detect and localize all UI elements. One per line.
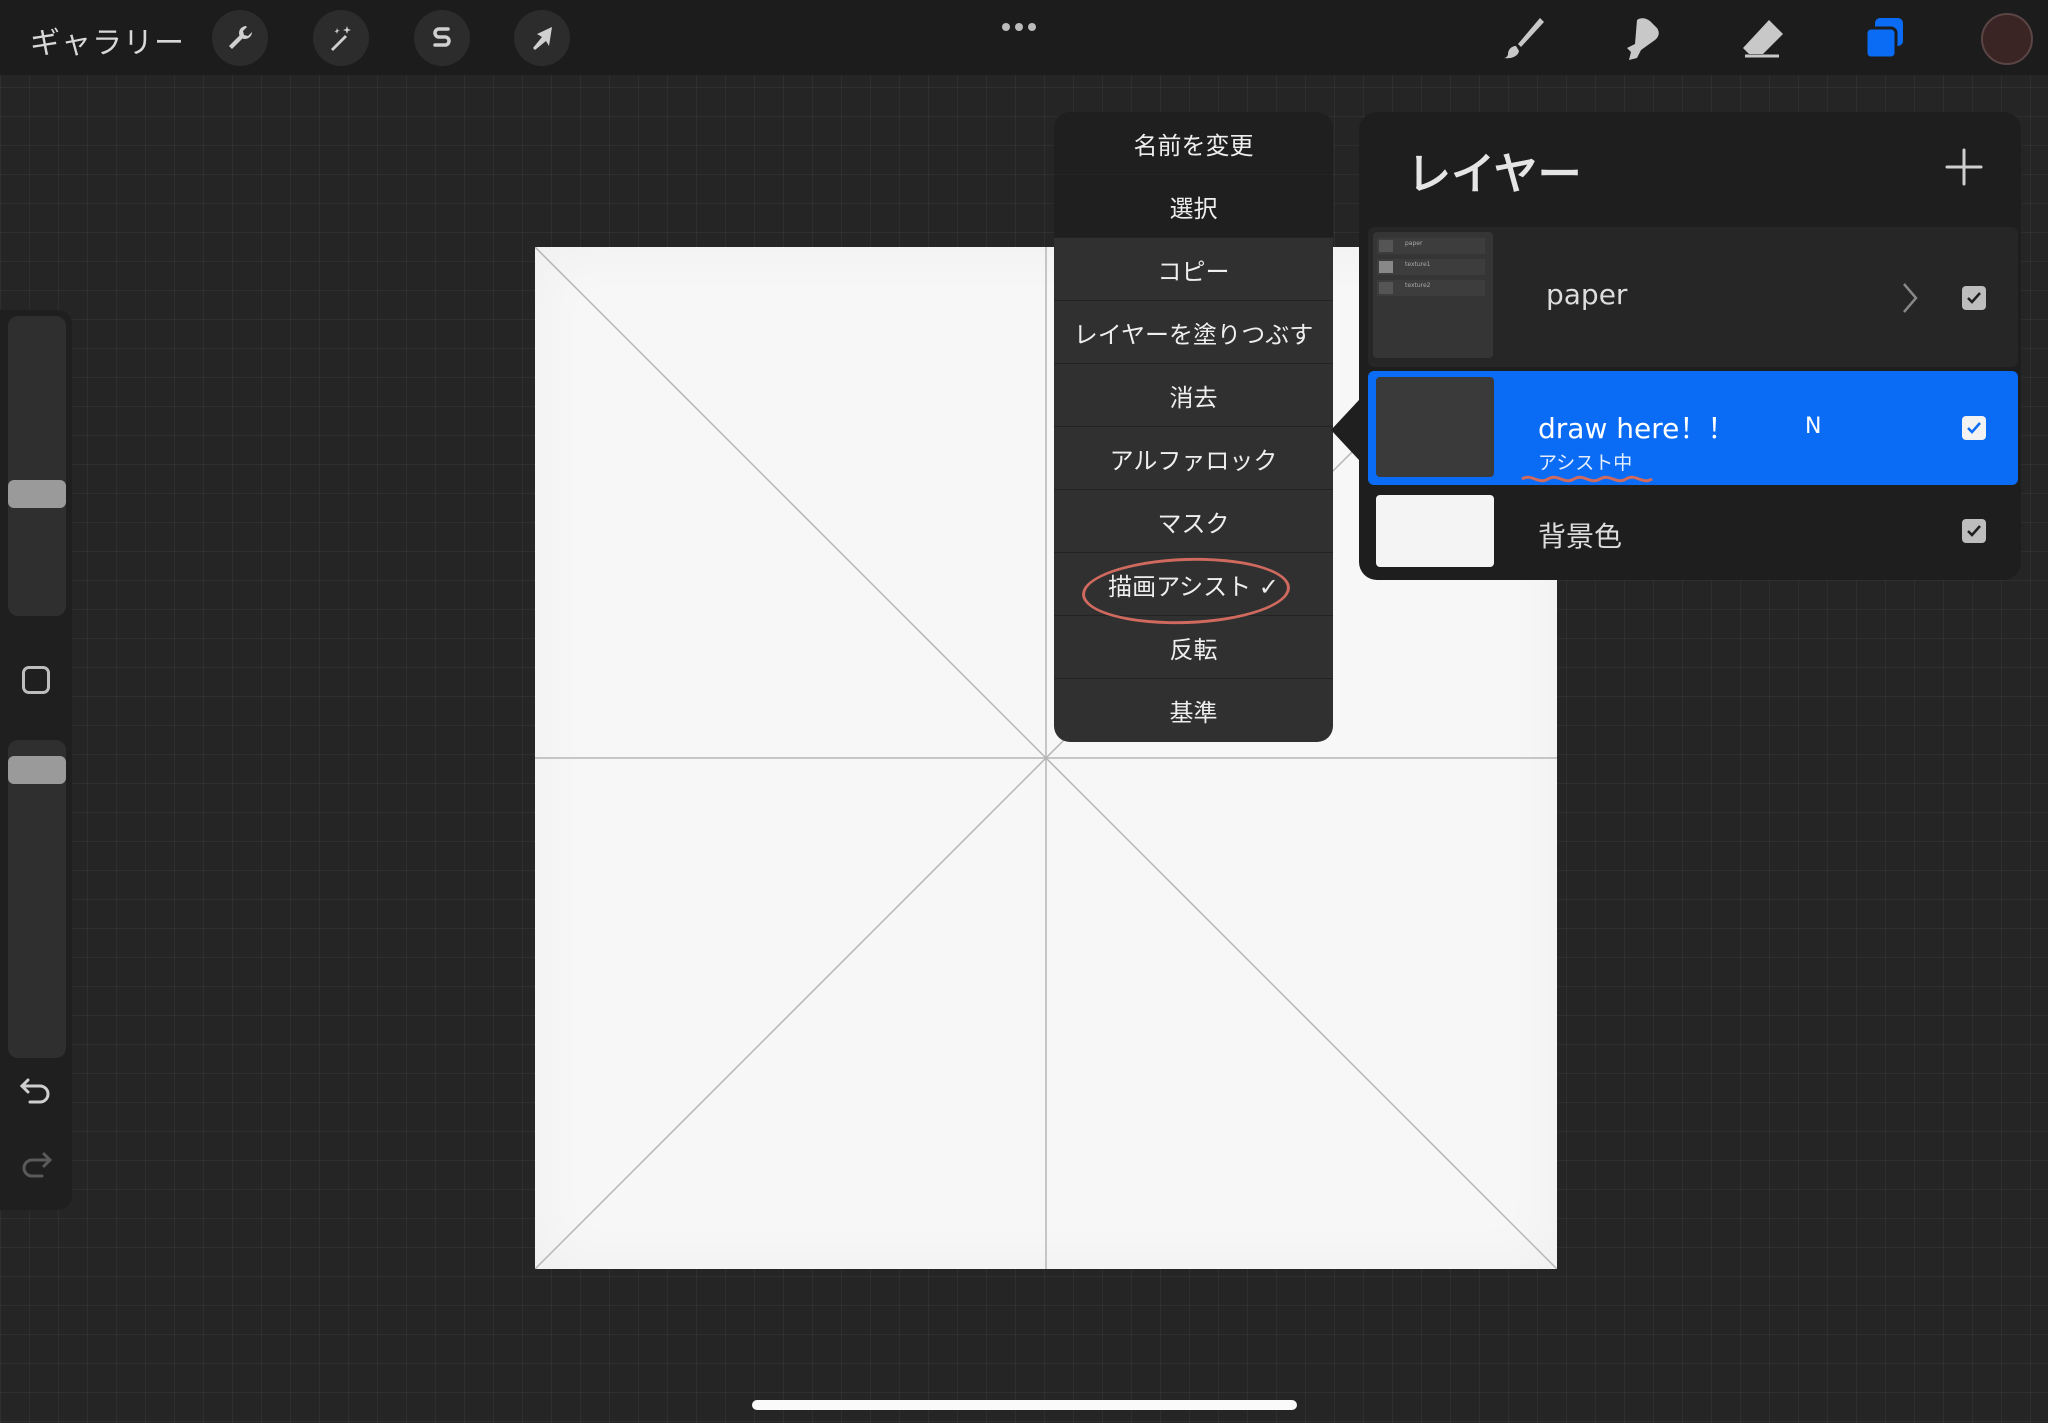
transform-arrow-icon[interactable]	[514, 10, 570, 66]
undo-icon[interactable]	[18, 1072, 54, 1108]
checkmark-icon	[1967, 292, 1981, 304]
layer-options-menu: 名前を変更 選択 コピー レイヤーを塗りつぶす 消去 アルファロック マスク 描…	[1054, 112, 1333, 742]
layer-row-group[interactable]: paper texture1 texture2 paper	[1368, 227, 2018, 367]
menu-item-rename[interactable]: 名前を変更	[1054, 112, 1333, 175]
menu-item-copy[interactable]: コピー	[1054, 238, 1333, 301]
layers-panel: レイヤー paper texture1 texture2 paper draw …	[1359, 112, 2021, 580]
home-indicator[interactable]	[752, 1400, 1297, 1410]
brush-icon[interactable]	[1494, 12, 1550, 64]
layer-name: 背景色	[1538, 520, 1623, 553]
brush-size-thumb[interactable]	[8, 480, 66, 508]
eyedropper-modifier-button[interactable]	[22, 666, 50, 694]
background-color-thumbnail	[1376, 495, 1494, 567]
color-picker-button[interactable]	[1981, 13, 2033, 65]
layers-panel-title: レイヤー	[1407, 149, 1582, 200]
annotation-underline	[1521, 475, 1653, 483]
chevron-right-icon[interactable]	[1900, 281, 1920, 315]
layer-visibility-checkbox[interactable]	[1962, 286, 1986, 310]
layer-name: draw here！！	[1538, 412, 1736, 445]
brush-size-slider[interactable]	[8, 316, 66, 616]
selection-s-icon[interactable]	[414, 10, 470, 66]
magic-wand-icon[interactable]	[313, 10, 369, 66]
layer-row-background[interactable]: 背景色	[1368, 489, 2018, 575]
layer-thumbnail	[1376, 377, 1494, 477]
wrench-icon[interactable]	[212, 10, 268, 66]
menu-item-fill-layer[interactable]: レイヤーを塗りつぶす	[1054, 301, 1333, 364]
group-mini-layer: texture1	[1377, 259, 1485, 275]
blend-mode-button[interactable]: N	[1805, 414, 1821, 439]
menu-item-select[interactable]: 選択	[1054, 175, 1333, 238]
group-mini-layer: texture2	[1377, 280, 1485, 296]
gallery-button[interactable]: ギャラリー	[30, 18, 185, 62]
menu-pointer	[1331, 400, 1359, 460]
menu-item-mask[interactable]: マスク	[1054, 490, 1333, 553]
opacity-slider[interactable]	[8, 740, 66, 1058]
group-mini-layer: paper	[1377, 238, 1485, 254]
menu-item-reference[interactable]: 基準	[1054, 679, 1333, 742]
layer-visibility-checkbox[interactable]	[1962, 416, 1986, 440]
opacity-thumb[interactable]	[8, 756, 66, 784]
eraser-icon[interactable]	[1735, 12, 1791, 64]
layer-row-selected[interactable]: draw here！！ アシスト中 N	[1368, 371, 2018, 485]
menu-item-alpha-lock[interactable]: アルファロック	[1054, 427, 1333, 490]
smudge-icon[interactable]	[1613, 12, 1669, 64]
checkmark-icon	[1967, 422, 1981, 434]
layer-name: paper	[1546, 278, 1628, 311]
left-sidebar	[0, 310, 72, 1210]
more-options-icon[interactable]	[1002, 16, 1041, 35]
layer-visibility-checkbox[interactable]	[1962, 519, 1986, 543]
menu-item-clear[interactable]: 消去	[1054, 364, 1333, 427]
checkmark-icon	[1967, 525, 1981, 537]
redo-icon[interactable]	[18, 1146, 54, 1182]
add-layer-icon[interactable]	[1939, 142, 1989, 192]
layers-icon[interactable]	[1857, 12, 1913, 64]
menu-item-invert[interactable]: 反転	[1054, 616, 1333, 679]
top-toolbar: ギャラリー	[0, 0, 2048, 75]
group-thumbnail: paper texture1 texture2	[1373, 232, 1493, 358]
